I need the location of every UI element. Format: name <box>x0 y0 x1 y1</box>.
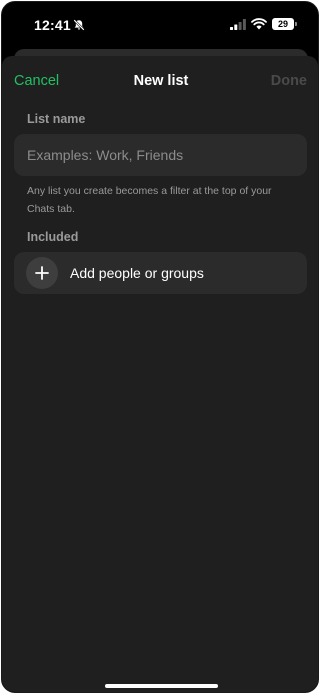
phone-screen: 12:41 29 Cancel New list Done List name … <box>1 1 319 693</box>
cellular-signal-icon <box>230 19 246 30</box>
wifi-icon <box>251 18 267 30</box>
add-people-or-groups-button[interactable]: Add people or groups <box>14 252 307 294</box>
list-name-label: List name <box>27 112 86 126</box>
list-name-input[interactable] <box>14 134 307 176</box>
included-label: Included <box>27 230 79 244</box>
battery-icon: 29 <box>272 18 294 30</box>
bell-slash-icon <box>73 19 85 31</box>
battery-tip <box>295 22 297 26</box>
home-indicator[interactable] <box>105 684 218 688</box>
status-time: 12:41 <box>34 17 71 33</box>
done-button[interactable]: Done <box>271 73 307 89</box>
plus-icon <box>26 257 58 289</box>
helper-text: Any list you create becomes a filter at … <box>27 185 272 215</box>
cancel-button[interactable]: Cancel <box>14 73 59 89</box>
add-people-label: Add people or groups <box>70 265 204 281</box>
status-bar: 12:41 29 <box>2 2 318 48</box>
